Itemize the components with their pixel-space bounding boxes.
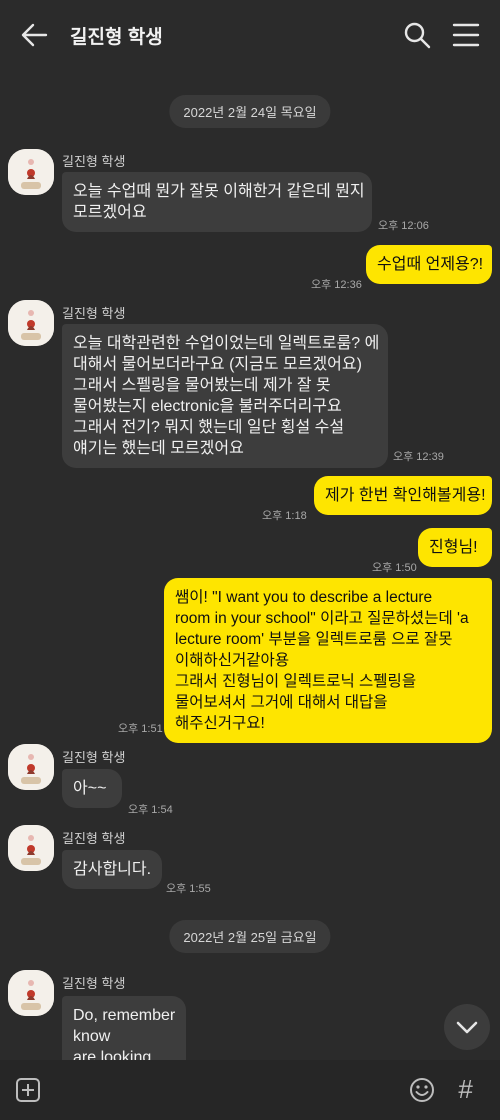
message-bubble[interactable]: 감사합니다. [62, 850, 162, 889]
avatar[interactable] [8, 744, 54, 790]
sender-name: 길진형 학생 [62, 154, 126, 169]
message-bubble[interactable]: 오늘 대학관련한 수업이었는데 일렉트로룸? 에 대해서 물어보더라구요 (지금… [62, 324, 388, 468]
message-bubble[interactable]: 오늘 수업때 뭔가 잘못 이해한거 같은데 뭔지 모르겠어요 [62, 172, 372, 232]
input-bar: # [0, 1060, 500, 1120]
menu-icon[interactable] [452, 22, 480, 48]
sender-name: 길진형 학생 [62, 306, 126, 321]
message-time: 오후 12:36 [311, 279, 362, 291]
message-bubble[interactable]: 제가 한번 확인해볼게용! [314, 476, 492, 515]
sender-name: 길진형 학생 [62, 976, 126, 991]
hash-icon[interactable]: # [458, 1074, 472, 1105]
avatar-photo-icon [8, 744, 54, 790]
message-time: 오후 1:50 [372, 562, 417, 574]
search-icon[interactable] [402, 20, 432, 50]
plus-icon[interactable] [16, 1078, 40, 1102]
emoji-icon[interactable] [408, 1076, 436, 1104]
avatar[interactable] [8, 300, 54, 346]
date-divider: 2022년 2월 24일 목요일 [169, 95, 331, 128]
sender-name: 길진형 학생 [62, 831, 126, 846]
message-time: 오후 1:55 [166, 883, 211, 895]
avatar-photo-icon [8, 149, 54, 195]
message-time: 오후 12:39 [393, 451, 444, 463]
message-bubble[interactable]: 진형님! [418, 528, 492, 567]
avatar[interactable] [8, 825, 54, 871]
message-bubble[interactable]: Do, remember know are looking [62, 996, 186, 1060]
message-time: 오후 1:18 [262, 510, 307, 522]
chevron-down-icon [456, 1021, 478, 1034]
avatar-photo-icon [8, 970, 54, 1016]
avatar[interactable] [8, 970, 54, 1016]
date-divider: 2022년 2월 25일 금요일 [169, 920, 331, 953]
avatar-photo-icon [8, 825, 54, 871]
message-bubble[interactable]: 아~~ [62, 769, 122, 808]
message-time: 오후 12:06 [378, 220, 429, 232]
chat-title: 길진형 학생 [70, 27, 163, 48]
sender-name: 길진형 학생 [62, 750, 126, 765]
message-time: 오후 1:51 [118, 723, 163, 735]
back-arrow-icon[interactable] [18, 20, 50, 50]
chat-area[interactable]: 2022년 2월 24일 목요일 길진형 학생 오늘 수업때 뭔가 잘못 이해한… [0, 70, 500, 1060]
avatar-photo-icon [8, 300, 54, 346]
message-bubble[interactable]: 수업때 언제용?! [366, 245, 492, 284]
message-bubble[interactable]: 쌤이! "I want you to describe a lecture ro… [164, 578, 492, 743]
chat-header: 길진형 학생 [0, 0, 500, 70]
message-time: 오후 1:54 [128, 804, 173, 816]
scroll-down-button[interactable] [444, 1004, 490, 1050]
avatar[interactable] [8, 149, 54, 195]
